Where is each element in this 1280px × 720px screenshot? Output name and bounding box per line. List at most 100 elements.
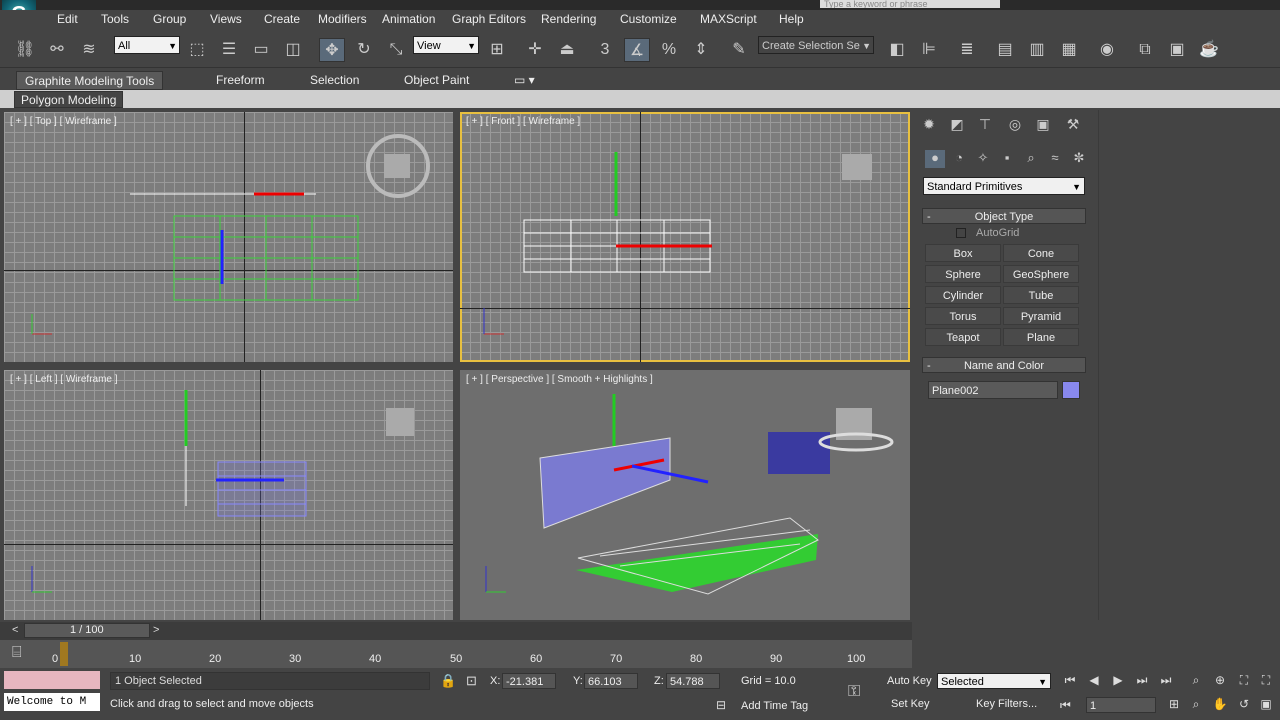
zoom-extents-all-icon[interactable]: ⛶ [1256, 673, 1276, 689]
spacewarps-icon[interactable]: ≈ [1045, 150, 1065, 168]
shapes-icon[interactable]: ◔ [949, 150, 969, 168]
hierarchy-tab-icon[interactable]: ⊤ [974, 116, 996, 136]
curve-editor-icon[interactable]: ▥ [1024, 38, 1050, 62]
play-icon[interactable]: ▶ [1108, 673, 1128, 689]
object-color-swatch[interactable] [1062, 381, 1080, 399]
angle-snap-icon[interactable]: ∡ [624, 38, 650, 62]
menu-edit[interactable]: Edit [57, 12, 78, 26]
maximize-viewport-icon[interactable]: ▣ [1256, 697, 1276, 713]
viewport-top[interactable]: [ + ] [ Top ] [ Wireframe ] [4, 112, 453, 362]
lock-selection-icon[interactable]: 🔒 [440, 673, 456, 689]
motion-tab-icon[interactable]: ◎ [1004, 116, 1026, 136]
maxscript-listener-input[interactable]: Welcome to M [4, 693, 100, 711]
menu-create[interactable]: Create [264, 12, 300, 26]
plane-button[interactable]: Plane [1003, 328, 1079, 346]
z-coordinate-field[interactable]: 54.788 [666, 673, 720, 689]
add-time-tag-button[interactable]: Add Time Tag [741, 700, 808, 712]
helpers-icon[interactable]: ⌕ [1021, 150, 1041, 168]
zoom-icon[interactable]: ⌕ [1186, 673, 1206, 689]
spinner-snap-icon[interactable]: ⇕ [688, 38, 714, 62]
layer-manager-icon[interactable]: ≣ [954, 38, 980, 62]
pivot-center-icon[interactable]: ⊞ [484, 38, 510, 62]
tab-freeform[interactable]: Freeform [208, 71, 273, 90]
cameras-icon[interactable]: ▪ [997, 150, 1017, 168]
lights-icon[interactable]: ✧ [973, 150, 993, 168]
unlink-icon[interactable]: ⚯ [44, 38, 70, 62]
absolute-mode-icon[interactable]: ⊡ [466, 673, 477, 689]
rotate-icon[interactable]: ↻ [351, 38, 377, 62]
torus-button[interactable]: Torus [925, 307, 1001, 325]
menu-help[interactable]: Help [779, 12, 804, 26]
set-key-button[interactable]: Set Key [891, 698, 930, 710]
link-icon[interactable]: ⛓ [12, 38, 38, 62]
object-type-rollout[interactable]: - Object Type [922, 208, 1086, 224]
snap-toggle-icon[interactable]: 3 [592, 38, 618, 62]
menu-modifiers[interactable]: Modifiers [318, 12, 367, 26]
modify-tab-icon[interactable]: ◩ [946, 116, 968, 136]
key-mode-toggle-icon[interactable]: ⏮ [1060, 698, 1071, 713]
cylinder-button[interactable]: Cylinder [925, 286, 1001, 304]
go-to-start-icon[interactable]: ⏮ [1060, 673, 1080, 689]
orbit-icon[interactable]: ↺ [1234, 697, 1254, 713]
manipulate-icon[interactable]: ✛ [522, 38, 548, 62]
utilities-tab-icon[interactable]: ⚒ [1062, 116, 1084, 136]
previous-frame-icon[interactable]: ◀︎ [1084, 673, 1104, 689]
tube-button[interactable]: Tube [1003, 286, 1079, 304]
geosphere-button[interactable]: GeoSphere [1003, 265, 1079, 283]
bind-spacewarp-icon[interactable]: ≋ [76, 38, 102, 62]
set-key-icon[interactable]: ⚿ [848, 683, 860, 701]
move-icon[interactable]: ✥ [319, 38, 345, 62]
menu-tools[interactable]: Tools [101, 12, 129, 26]
maxscript-listener-top[interactable] [4, 671, 100, 689]
menu-group[interactable]: Group [153, 12, 186, 26]
window-crossing-icon[interactable]: ◫ [280, 38, 306, 62]
cone-button[interactable]: Cone [1003, 244, 1079, 262]
menu-views[interactable]: Views [210, 12, 242, 26]
reference-coord-dropdown[interactable]: View ▼ [413, 36, 479, 54]
zoom-region-icon[interactable]: ⌕ [1186, 697, 1206, 713]
graphite-toggle-icon[interactable]: ▤ [992, 38, 1018, 62]
render-teapot-icon[interactable]: ☕ [1196, 38, 1222, 62]
menu-maxscript[interactable]: MAXScript [700, 12, 757, 26]
tab-object-paint[interactable]: Object Paint [396, 71, 477, 90]
primitive-category-dropdown[interactable]: Standard Primitives ▼ [923, 177, 1085, 195]
select-by-name-icon[interactable]: ☰ [216, 38, 242, 62]
zoom-extents-icon[interactable]: ⛶ [1234, 673, 1254, 689]
time-prev-button[interactable]: < [12, 624, 18, 636]
polygon-modeling-button[interactable]: Polygon Modeling [14, 91, 124, 108]
current-frame-field[interactable]: 1 [1086, 697, 1156, 713]
ribbon-options-icon[interactable]: ▭ ▾ [506, 71, 543, 90]
align-icon[interactable]: ⊫ [916, 38, 942, 62]
time-tag-icon[interactable]: ⊟ [716, 698, 726, 712]
viewport-front[interactable]: [ + ] [ Front ] [ Wireframe ] [460, 112, 910, 362]
search-input[interactable]: Type a keyword or phrase [820, 0, 1000, 8]
viewport-perspective[interactable]: [ + ] [ Perspective ] [ Smooth + Highlig… [460, 370, 910, 620]
pyramid-button[interactable]: Pyramid [1003, 307, 1079, 325]
rect-selection-icon[interactable]: ▭ [248, 38, 274, 62]
menu-rendering[interactable]: Rendering [541, 12, 596, 26]
key-mode-dropdown[interactable]: Selected ▼ [937, 673, 1051, 689]
percent-snap-icon[interactable]: % [656, 38, 682, 62]
go-to-end-icon[interactable]: ⏭ [1156, 673, 1176, 689]
x-coordinate-field[interactable]: -21.381 [502, 673, 556, 689]
name-and-color-rollout[interactable]: - Name and Color [922, 357, 1086, 373]
teapot-button[interactable]: Teapot [925, 328, 1001, 346]
select-object-icon[interactable]: ⬚ [184, 38, 210, 62]
mirror-icon[interactable]: ◧ [884, 38, 910, 62]
scale-icon[interactable]: ⤡ [383, 38, 409, 62]
material-editor-icon[interactable]: ◉ [1094, 38, 1120, 62]
menu-graph-editors[interactable]: Graph Editors [452, 12, 526, 26]
create-tab-icon[interactable]: ✹ [918, 116, 940, 136]
y-coordinate-field[interactable]: 66.103 [584, 673, 638, 689]
next-frame-icon[interactable]: ⏭ [1132, 673, 1152, 689]
track-bar-menu-icon[interactable]: ⌸ [12, 644, 22, 662]
rendered-frame-icon[interactable]: ▣ [1164, 38, 1190, 62]
time-next-button[interactable]: > [153, 624, 159, 636]
schematic-view-icon[interactable]: ▦ [1056, 38, 1082, 62]
systems-icon[interactable]: ✼ [1069, 150, 1089, 168]
named-selection-dropdown[interactable]: Create Selection Se ▼ [758, 36, 874, 54]
edit-named-sets-icon[interactable]: ✎ [726, 38, 752, 62]
selection-filter-dropdown[interactable]: All ▼ [114, 36, 180, 54]
box-button[interactable]: Box [925, 244, 1001, 262]
geometry-icon[interactable]: ● [925, 150, 945, 168]
